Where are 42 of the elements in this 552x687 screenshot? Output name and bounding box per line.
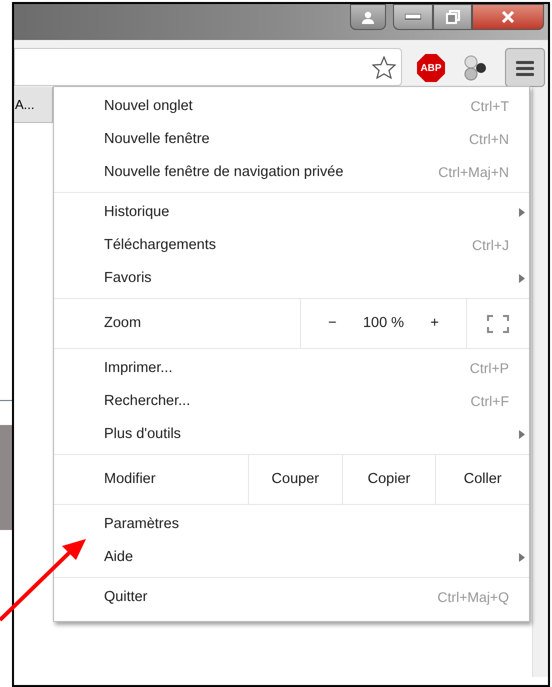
shortcut-label: Ctrl+F bbox=[470, 392, 509, 411]
zoom-in-button[interactable]: + bbox=[422, 312, 447, 334]
minimize-icon bbox=[405, 14, 421, 20]
star-icon[interactable] bbox=[372, 56, 396, 79]
menu-item[interactable]: Historique bbox=[54, 196, 529, 229]
menu-item[interactable]: Rechercher... Ctrl+F bbox=[54, 385, 529, 418]
edit-button[interactable]: Copier bbox=[342, 455, 436, 504]
person-icon bbox=[361, 10, 375, 24]
fullscreen-icon[interactable] bbox=[487, 314, 509, 332]
adblock-icon[interactable]: ABP bbox=[417, 54, 445, 82]
shortcut-label: Ctrl+T bbox=[470, 97, 509, 116]
shortcut-label: Ctrl+J bbox=[472, 236, 509, 255]
edit-button[interactable]: Coller bbox=[435, 455, 530, 504]
menu-item[interactable]: Imprimer... Ctrl+P bbox=[54, 352, 529, 385]
shortcut-label: Ctrl+P bbox=[470, 359, 509, 378]
zoom-label: Zoom bbox=[103, 314, 142, 333]
tab[interactable]: A... bbox=[14, 87, 53, 123]
shortcut-label: Ctrl+Maj+N bbox=[438, 163, 509, 182]
edit-label: Modifier bbox=[103, 470, 157, 489]
shortcut-label: Ctrl+N bbox=[468, 130, 509, 149]
menu-button[interactable] bbox=[505, 48, 545, 87]
close-icon bbox=[501, 11, 515, 23]
menu-item[interactable]: Aide bbox=[54, 541, 529, 574]
zoom-out-button[interactable]: − bbox=[320, 312, 345, 334]
restore-icon bbox=[446, 10, 460, 24]
menu-item[interactable]: Quitter Ctrl+Maj+Q bbox=[54, 581, 529, 614]
menu-item[interactable]: Plus d'outils bbox=[54, 418, 529, 451]
menu-item[interactable]: Paramètres bbox=[54, 508, 529, 541]
shortcut-label: Ctrl+Maj+Q bbox=[437, 588, 509, 607]
extension-icon[interactable] bbox=[463, 55, 487, 81]
close-button[interactable] bbox=[472, 4, 544, 30]
menu-item[interactable]: Téléchargements Ctrl+J bbox=[54, 229, 529, 262]
maximize-button[interactable] bbox=[433, 4, 472, 30]
minimize-button[interactable] bbox=[393, 4, 433, 30]
menu-icon bbox=[516, 60, 534, 76]
menu-item[interactable]: Favoris bbox=[54, 262, 529, 295]
menu-item[interactable]: Nouvelle fenêtre de navigation privée Ctrl+Maj+N bbox=[54, 156, 529, 189]
profile-button[interactable] bbox=[350, 4, 386, 30]
menu-item[interactable]: Nouvel onglet Ctrl+T bbox=[54, 90, 529, 123]
edit-button[interactable]: Couper bbox=[248, 455, 342, 504]
menu-item[interactable]: Nouvelle fenêtre Ctrl+N bbox=[54, 123, 529, 156]
zoom-level: 100 % bbox=[362, 314, 404, 333]
